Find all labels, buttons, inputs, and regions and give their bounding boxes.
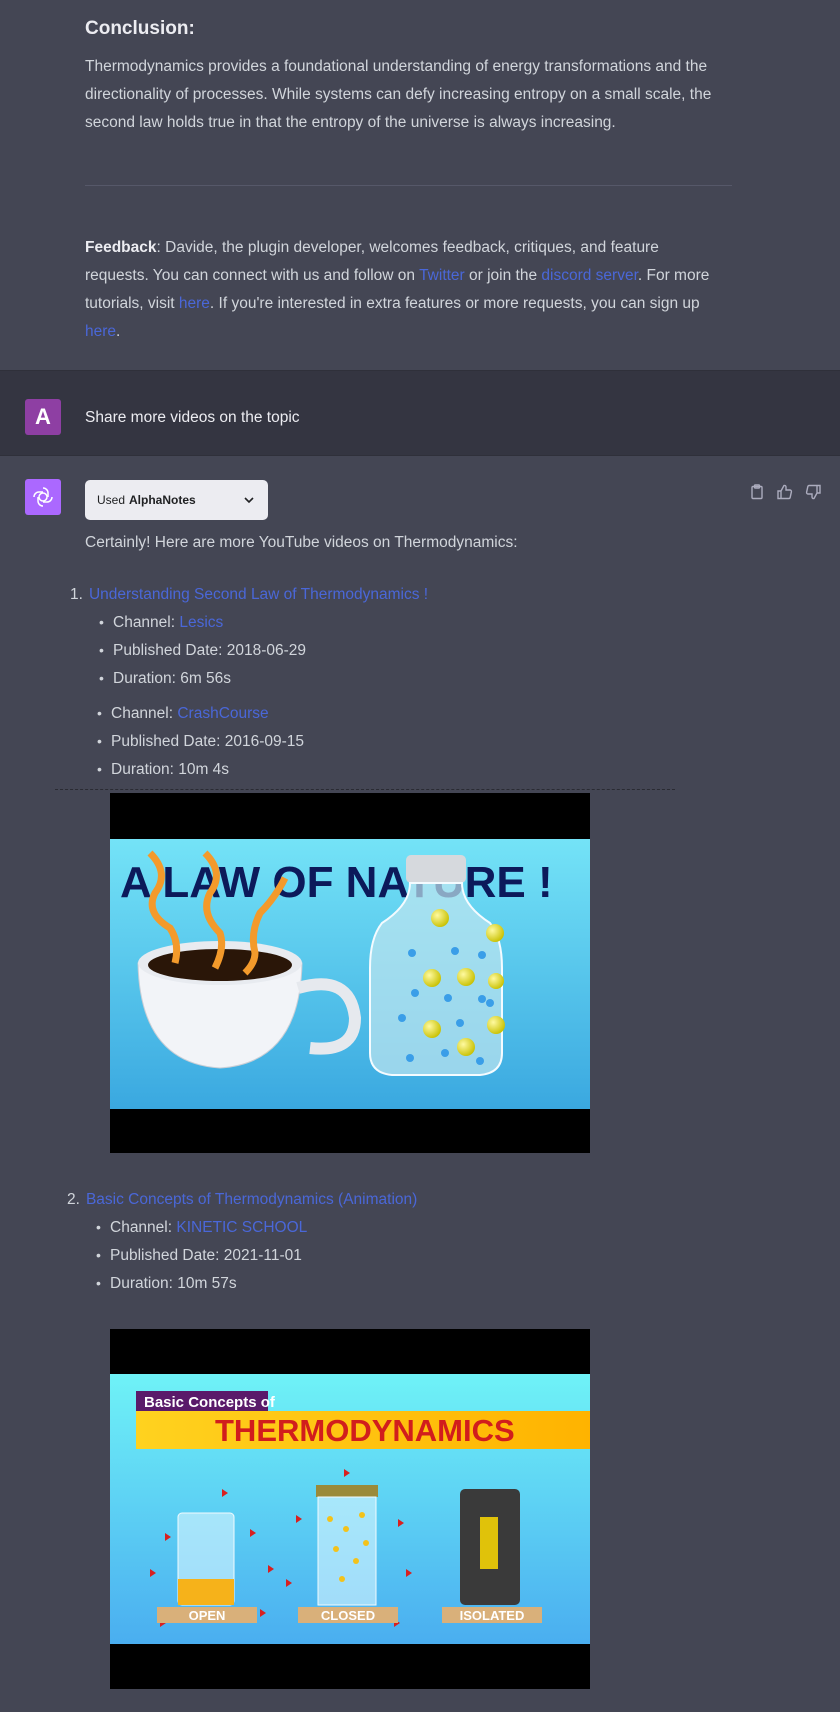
list-item: • Duration: 6m 56s: [99, 670, 232, 688]
channel-label: Channel:: [113, 614, 180, 631]
list-item: • Duration: 10m 57s: [96, 1275, 237, 1293]
user-message: A Share more videos on the topic: [0, 370, 840, 456]
bullet-dot-icon: •: [99, 614, 104, 630]
assistant-intro: Certainly! Here are more YouTube videos …: [85, 534, 518, 551]
duration: Duration: 10m 4s: [111, 761, 230, 778]
channel-link[interactable]: Lesics: [179, 614, 223, 631]
duration: Duration: 10m 57s: [110, 1275, 237, 1292]
list-item: • Published Date: 2018-06-29: [99, 642, 307, 660]
thumbs-down-icon[interactable]: [804, 483, 822, 501]
message-actions: [748, 483, 822, 501]
bullet-dot-icon: •: [99, 670, 104, 686]
plugin-used-label: Used: [97, 493, 126, 507]
bullet-dot-icon: •: [97, 705, 102, 721]
feedback-line-3b: . If you're interested in extra features…: [209, 295, 700, 312]
bullet-dot-icon: •: [96, 1219, 101, 1235]
channel-link[interactable]: CrashCourse: [177, 705, 268, 722]
video-link[interactable]: Basic Concepts of Thermodynamics (Animat…: [86, 1191, 417, 1208]
duration: Duration: 6m 56s: [113, 670, 232, 687]
dashed-divider: [55, 789, 675, 790]
list-number: 2.: [67, 1191, 80, 1208]
clipboard-icon[interactable]: [748, 483, 766, 501]
plugin-name: AlphaNotes: [129, 493, 196, 507]
thumbs-up-icon[interactable]: [776, 483, 794, 501]
channel-link[interactable]: KINETIC SCHOOL: [176, 1219, 307, 1236]
published-date: Published Date: 2018-06-29: [113, 642, 307, 659]
feedback-text: Feedback: Davide, the plugin developer, …: [85, 234, 735, 346]
feedback-line-1: : Davide, the plugin developer, welcomes…: [156, 239, 659, 256]
label-open: OPEN: [189, 1608, 226, 1623]
thumb1-title: A LAW OF NATURE !: [120, 858, 553, 907]
video-link[interactable]: Understanding Second Law of Thermodynami…: [89, 586, 428, 603]
video-thumbnail-1[interactable]: A LAW OF NATURE !: [110, 793, 590, 1153]
channel-label: Channel:: [110, 1219, 177, 1236]
channel-label: Channel:: [111, 705, 178, 722]
feedback-line-2a: requests. You can connect with us and fo…: [85, 267, 420, 284]
conclusion-line-3: second law holds true in that the entrop…: [85, 114, 616, 131]
user-avatar: A: [25, 399, 61, 435]
divider: [85, 185, 732, 186]
bullet-dot-icon: •: [97, 733, 102, 749]
list-item-1-title: 1. Understanding Second Law of Thermodyna…: [70, 586, 428, 604]
feedback-line-4-end: .: [116, 323, 121, 340]
bullet-dot-icon: •: [97, 761, 102, 777]
video-thumbnail-2[interactable]: Basic Concepts of THERMODYNAMICS OPEN CL…: [110, 1329, 590, 1689]
feedback-line-2b: or join the: [464, 267, 542, 284]
conclusion-line-1: Thermodynamics provides a foundational u…: [85, 58, 708, 75]
label-isolated: ISOLATED: [460, 1608, 525, 1623]
chevron-down-icon: [242, 493, 256, 510]
conclusion-line-2: directionality of processes. While syste…: [85, 86, 712, 103]
feedback-line-3a: tutorials, visit: [85, 295, 179, 312]
conclusion-heading: Conclusion:: [85, 18, 195, 39]
conclusion-text: Thermodynamics provides a foundational u…: [85, 53, 735, 137]
published-date: Published Date: 2021-11-01: [110, 1247, 302, 1264]
list-item: • Duration: 10m 4s: [97, 761, 230, 779]
chatgpt-logo-icon: [25, 479, 61, 515]
signup-link[interactable]: here: [85, 323, 116, 340]
feedback-label: Feedback: [85, 239, 157, 256]
list-item: • Published Date: 2021-11-01: [96, 1247, 302, 1265]
thumb2-small-title: Basic Concepts of: [144, 1394, 276, 1411]
assistant-message-previous: Conclusion: Thermodynamics provides a fo…: [0, 0, 840, 370]
list-item-2-title: 2. Basic Concepts of Thermodynamics (Anim…: [67, 1191, 417, 1209]
thumb2-big-title: THERMODYNAMICS: [215, 1413, 515, 1448]
bullet-dot-icon: •: [99, 642, 104, 658]
tutorials-link[interactable]: here: [179, 295, 210, 312]
published-date: Published Date: 2016-09-15: [111, 733, 305, 750]
plugin-used-dropdown[interactable]: Used AlphaNotes: [85, 480, 268, 520]
list-item: • Published Date: 2016-09-15: [97, 733, 305, 751]
bullet-dot-icon: •: [96, 1275, 101, 1291]
user-message-text: Share more videos on the topic: [85, 409, 300, 426]
list-item: • Channel: CrashCourse: [97, 705, 269, 723]
bullet-dot-icon: •: [96, 1247, 101, 1263]
twitter-link[interactable]: Twitter: [419, 267, 465, 284]
list-item: • Channel: KINETIC SCHOOL: [96, 1219, 307, 1237]
list-item: • Channel: Lesics: [99, 614, 223, 632]
list-number: 1.: [70, 586, 83, 603]
label-closed: CLOSED: [321, 1608, 375, 1623]
feedback-line-2c: . For more: [637, 267, 710, 284]
discord-link[interactable]: discord server: [541, 267, 637, 284]
